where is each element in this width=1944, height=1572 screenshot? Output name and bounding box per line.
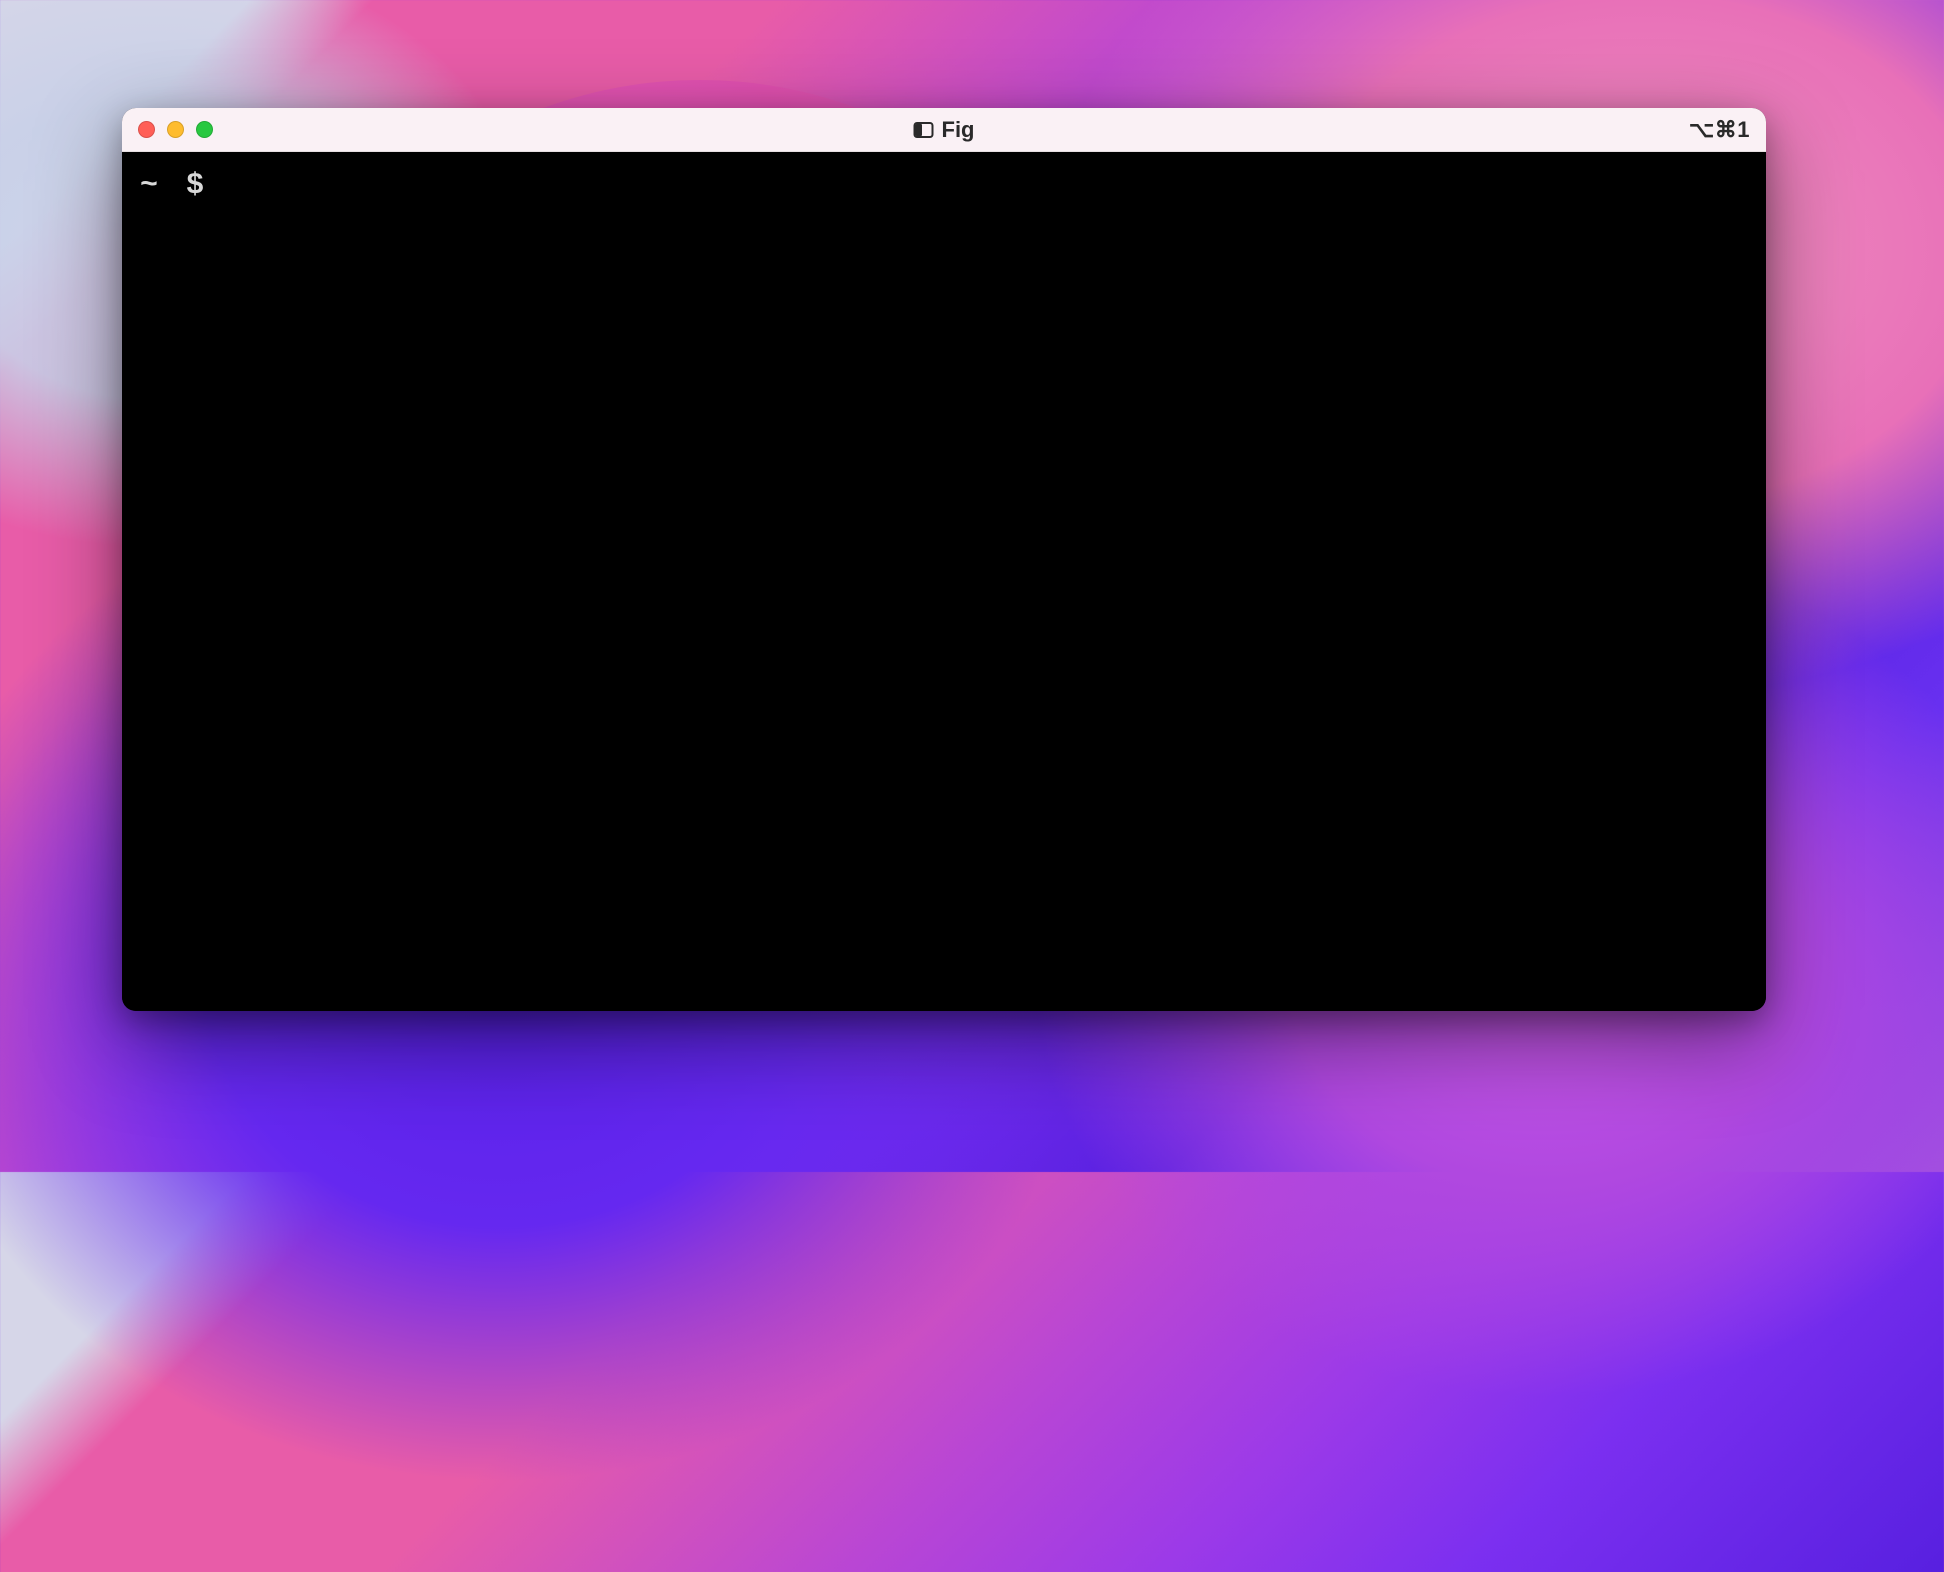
minimize-button[interactable] — [167, 121, 184, 138]
window-title: Fig — [942, 117, 975, 143]
window-title-group: Fig — [914, 117, 975, 143]
window-titlebar[interactable]: Fig ⌥⌘1 — [122, 108, 1766, 152]
maximize-button[interactable] — [196, 121, 213, 138]
traffic-lights — [138, 121, 213, 138]
prompt-path: ~ — [140, 166, 158, 207]
window-shortcut-hint: ⌥⌘1 — [1689, 117, 1750, 143]
close-button[interactable] — [138, 121, 155, 138]
panel-icon — [914, 122, 934, 138]
prompt-symbol: $ — [186, 166, 204, 207]
terminal-input[interactable] — [216, 169, 1748, 203]
terminal-window: Fig ⌥⌘1 ~ $ — [122, 108, 1766, 1011]
terminal-body[interactable]: ~ $ — [122, 152, 1766, 1011]
prompt-line: ~ $ — [140, 166, 1748, 207]
